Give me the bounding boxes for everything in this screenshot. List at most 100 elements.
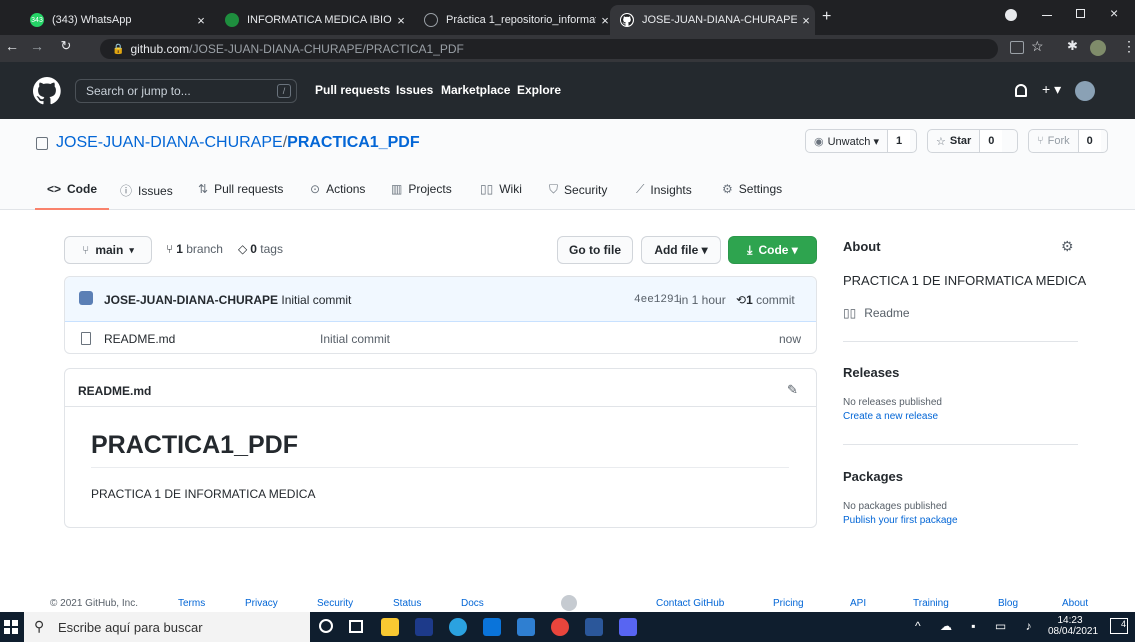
tab-label: Pull requests: [214, 182, 284, 196]
footer-link-privacy[interactable]: Privacy: [245, 598, 278, 609]
tags-link[interactable]: ◇ 0 tags: [238, 242, 283, 256]
footer-link-docs[interactable]: Docs: [461, 598, 484, 609]
browser-tab-practica[interactable]: Práctica 1_repositorio_informatic ×: [414, 5, 614, 35]
windows-start-icon[interactable]: [4, 620, 18, 634]
taskbar-search-input[interactable]: ⚲ Escribe aquí para buscar: [24, 612, 310, 642]
chrome-icon[interactable]: [551, 618, 569, 636]
packages-heading[interactable]: Packages: [843, 469, 903, 484]
browser-tab-whatsapp[interactable]: 343 (343) WhatsApp ×: [20, 5, 210, 35]
nav-pull-requests[interactable]: Pull requests: [315, 83, 390, 97]
star-button[interactable]: ☆ Star 0: [927, 129, 1018, 153]
system-tray-icons[interactable]: ^ ☁ ▪ ▭ ♪: [915, 619, 1040, 633]
close-tab-icon[interactable]: ×: [392, 13, 410, 28]
github-mark-icon[interactable]: [561, 595, 577, 611]
footer-link-about[interactable]: About: [1062, 598, 1088, 609]
releases-heading[interactable]: Releases: [843, 365, 899, 380]
discord-icon[interactable]: [619, 618, 637, 636]
tab-code[interactable]: <> Code: [47, 182, 97, 196]
cortana-icon[interactable]: [319, 619, 333, 633]
menu-icon[interactable]: ⋮: [1122, 38, 1135, 55]
isis-app-icon[interactable]: [415, 618, 433, 636]
footer-link-blog[interactable]: Blog: [998, 598, 1018, 609]
nav-issues[interactable]: Issues: [396, 83, 433, 97]
file-name-link[interactable]: README.md: [104, 332, 175, 346]
tab-insights[interactable]: ⟋ Insights: [636, 182, 692, 197]
fork-count[interactable]: 0: [1078, 130, 1101, 152]
branch-selector[interactable]: ⑂ main ▾: [64, 236, 152, 264]
tab-issues[interactable]: ⓘ Issues: [120, 182, 173, 199]
tab-settings[interactable]: ⚙ Settings: [722, 182, 782, 196]
author-avatar[interactable]: [79, 291, 93, 305]
code-button-label: Code ▾: [758, 243, 798, 257]
commit-hash[interactable]: 4ee1291: [634, 294, 680, 306]
clock[interactable]: 14:23 08/04/2021: [1048, 615, 1098, 637]
browser-tab-github[interactable]: JOSE-JUAN-DIANA-CHURAPE/PR ×: [610, 5, 815, 35]
commits-link[interactable]: ⟲1 commit: [736, 293, 795, 307]
edit-pencil-icon[interactable]: ✎: [787, 382, 798, 398]
footer-link-contact[interactable]: Contact GitHub: [656, 598, 724, 609]
address-bar[interactable]: 🔒 github.com/JOSE-JUAN-DIANA-CHURAPE/PRA…: [100, 39, 998, 59]
close-tab-icon[interactable]: ×: [797, 13, 815, 28]
user-avatar[interactable]: [1075, 81, 1095, 101]
browser-tab-classroom[interactable]: INFORMATICA MEDICA IBIO: MA ×: [215, 5, 410, 35]
settings-gear-icon[interactable]: ⚙: [1061, 238, 1074, 255]
footer-link-api[interactable]: API: [850, 598, 866, 609]
repo-name-link[interactable]: PRACTICA1_PDF: [287, 134, 419, 152]
go-to-file-button[interactable]: Go to file: [557, 236, 633, 264]
close-tab-icon[interactable]: ×: [192, 13, 210, 28]
tab-wiki[interactable]: ▯▯ Wiki: [480, 182, 522, 196]
extensions-icon[interactable]: ✱: [1067, 38, 1078, 54]
star-count[interactable]: 0: [980, 130, 1003, 152]
profile-icon[interactable]: [1005, 9, 1017, 21]
back-icon[interactable]: ←: [2, 38, 22, 54]
restore-icon[interactable]: [1076, 9, 1085, 18]
edge-icon[interactable]: [449, 618, 467, 636]
commit-message[interactable]: Initial commit: [281, 293, 351, 307]
task-view-icon[interactable]: [349, 620, 363, 633]
forward-icon[interactable]: →: [27, 38, 47, 54]
fork-button[interactable]: ⑂ Fork 0: [1028, 129, 1108, 153]
file-explorer-icon[interactable]: [381, 618, 399, 636]
repo-owner-link[interactable]: JOSE-JUAN-DIANA-CHURAPE: [56, 134, 283, 152]
chevron-down-icon: ▾: [129, 244, 134, 255]
publish-package-link[interactable]: Publish your first package: [843, 515, 958, 526]
watch-count[interactable]: 1: [887, 130, 911, 152]
reload-icon[interactable]: ↻: [56, 38, 76, 54]
code-download-button[interactable]: ⤓ Code ▾: [728, 236, 817, 264]
footer-link-security[interactable]: Security: [317, 598, 353, 609]
user-avatar-icon[interactable]: [1090, 40, 1106, 56]
history-icon: ⟲: [736, 293, 747, 307]
close-window-icon[interactable]: ×: [1110, 5, 1118, 21]
create-new-button[interactable]: + ▾: [1042, 81, 1061, 98]
nav-marketplace[interactable]: Marketplace: [441, 83, 510, 97]
branches-link[interactable]: ⑂ 1 branch: [166, 242, 223, 256]
tab-pull-requests[interactable]: ⇅ Pull requests: [198, 182, 283, 196]
store-icon[interactable]: [517, 618, 535, 636]
translate-icon[interactable]: [1010, 41, 1024, 54]
footer-link-terms[interactable]: Terms: [178, 598, 205, 609]
create-release-link[interactable]: Create a new release: [843, 411, 938, 422]
mail-icon[interactable]: [483, 618, 501, 636]
notifications-bell-icon[interactable]: [1015, 84, 1027, 97]
footer-link-training[interactable]: Training: [913, 598, 949, 609]
github-logo-icon[interactable]: [32, 77, 61, 108]
search-input[interactable]: Search or jump to... /: [75, 79, 297, 103]
word-icon[interactable]: [585, 618, 603, 636]
footer-link-status[interactable]: Status: [393, 598, 421, 609]
file-commit-message[interactable]: Initial commit: [320, 332, 390, 346]
tab-label: Projects: [408, 182, 452, 196]
nav-explore[interactable]: Explore: [517, 83, 561, 97]
add-file-button[interactable]: Add file ▾: [641, 236, 721, 264]
new-tab-button[interactable]: +: [822, 8, 831, 26]
tab-actions[interactable]: ⊙ Actions: [310, 182, 365, 196]
minimize-icon[interactable]: [1042, 15, 1052, 16]
footer-link-pricing[interactable]: Pricing: [773, 598, 804, 609]
readme-link[interactable]: ▯▯ Readme: [843, 306, 910, 320]
unwatch-button[interactable]: ◉ Unwatch ▾ 1: [805, 129, 917, 153]
tab-security[interactable]: ⛉ Security: [549, 182, 607, 197]
notification-center-icon[interactable]: 4: [1110, 618, 1128, 634]
bookmark-star-icon[interactable]: ☆: [1031, 38, 1044, 55]
tab-projects[interactable]: ▥ Projects: [391, 182, 452, 196]
commit-author[interactable]: JOSE-JUAN-DIANA-CHURAPE: [104, 293, 278, 307]
commit-count: 1: [746, 293, 753, 307]
